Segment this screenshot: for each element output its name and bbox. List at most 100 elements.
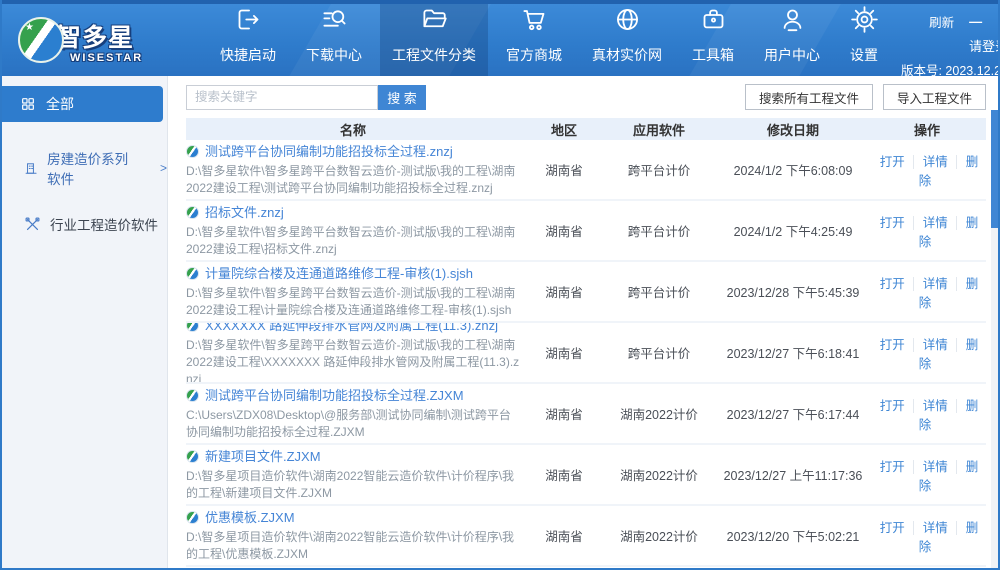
date-cell: 2023/12/20 下午5:02:21 <box>726 530 860 544</box>
login-link[interactable]: 请登录 <box>969 36 998 55</box>
file-name: 招标文件.znzj <box>205 204 284 220</box>
detail-link[interactable]: 详情 <box>912 337 948 352</box>
star-glyph: ★ <box>25 22 34 33</box>
file-path: D:\智多星软件\智多星跨平台数智云造价-测试版\我的工程\湖南2022建设工程… <box>186 163 516 195</box>
file-logo-icon <box>186 449 199 463</box>
table-row: 招标文件.znzj D:\智多星软件\智多星跨平台数智云造价-测试版\我的工程\… <box>186 201 986 262</box>
detail-link[interactable]: 详情 <box>912 215 948 230</box>
file-name: 测试跨平台协同编制功能招投标全过程.ZJXM <box>205 387 464 403</box>
nav-label: 官方商城 <box>506 47 562 63</box>
nav-item-project-file-category[interactable]: 工程文件分类 <box>380 4 488 76</box>
search-button[interactable]: 搜 索 <box>378 84 426 110</box>
import-project-file-button[interactable]: 导入工程文件 <box>882 84 986 110</box>
table-row: 测试跨平台协同编制功能招投标全过程.znzj D:\智多星软件\智多星跨平台数智… <box>186 140 986 201</box>
search-all-files-button[interactable]: 搜索所有工程文件 <box>744 84 873 110</box>
nav-item-material-price-site[interactable]: 真材实价网 <box>580 4 674 76</box>
launch-icon <box>235 6 262 38</box>
close-button[interactable]: ✕ <box>997 14 998 30</box>
file-path: D:\智多星项目造价软件\湖南2022智能云造价软件\计价程序\我的工程\新建项… <box>186 468 515 500</box>
column-name: 名称 <box>339 122 366 138</box>
file-link[interactable]: 计量院综合楼及连通道路维修工程-审核(1).sjsh <box>186 265 520 282</box>
sidebar-item-building-cost-series[interactable]: 房建造价系列软件 > <box>2 148 167 188</box>
nav-item-user-center[interactable]: 用户中心 <box>752 4 832 76</box>
file-logo-icon <box>186 323 199 332</box>
software-cell: 湖南2022计价 <box>620 469 698 483</box>
sidebar-item-industry-cost-software[interactable]: 行业工程造价软件 <box>2 214 167 234</box>
nav-item-official-mall[interactable]: 官方商城 <box>494 4 574 76</box>
nav-label: 工程文件分类 <box>392 47 476 63</box>
software-cell: 跨平台计价 <box>627 164 691 178</box>
open-link[interactable]: 打开 <box>880 338 905 352</box>
open-link[interactable]: 打开 <box>880 521 905 535</box>
region-cell: 湖南省 <box>545 347 583 361</box>
date-cell: 2023/12/27 上午11:17:36 <box>723 469 863 483</box>
open-link[interactable]: 打开 <box>880 399 905 413</box>
file-link[interactable]: 新建项目文件.ZJXM <box>186 448 520 465</box>
date-cell: 2023/12/28 下午5:45:39 <box>726 286 860 300</box>
app-window: ★ 智多星 WISESTAR 快捷启动 下载中心 工程文件分类 官方商城 真材实… <box>0 0 1000 570</box>
table-body: 测试跨平台协同编制功能招投标全过程.znzj D:\智多星软件\智多星跨平台数智… <box>186 140 986 567</box>
scrollbar-thumb[interactable] <box>991 110 998 228</box>
region-cell: 湖南省 <box>545 530 583 544</box>
date-cell: 2023/12/27 下午6:17:44 <box>726 408 860 422</box>
file-link[interactable]: 测试跨平台协同编制功能招投标全过程.ZJXM <box>186 387 520 404</box>
nav-item-quick-launch[interactable]: 快捷启动 <box>208 4 288 76</box>
nav-item-toolbox[interactable]: 工具箱 <box>680 4 746 76</box>
folder-open-icon <box>421 6 448 38</box>
date-cell: 2024/1/2 下午4:25:49 <box>733 225 853 239</box>
minimize-button[interactable]: — <box>969 14 982 29</box>
file-link[interactable]: 优惠模板.ZJXM <box>186 509 520 526</box>
sidebar-item-all[interactable]: 全部 <box>2 86 163 122</box>
table-row: 新建项目文件.ZJXM D:\智多星项目造价软件\湖南2022智能云造价软件\计… <box>186 445 986 506</box>
scrollbar[interactable] <box>991 110 998 568</box>
detail-link[interactable]: 详情 <box>912 276 948 291</box>
open-link[interactable]: 打开 <box>880 216 905 230</box>
sidebar-item-label: 行业工程造价软件 <box>50 218 158 233</box>
column-actions: 操作 <box>913 122 940 138</box>
nav-item-download-center[interactable]: 下载中心 <box>294 4 374 76</box>
search-input[interactable] <box>186 84 378 110</box>
open-link[interactable]: 打开 <box>880 155 905 169</box>
briefcase-icon <box>700 6 727 38</box>
table-row: XXXXXXX 路延伸段排水管网及附属工程(11.3).znzj D:\智多星软… <box>186 323 986 384</box>
file-link[interactable]: 测试跨平台协同编制功能招投标全过程.znzj <box>186 143 520 160</box>
software-cell: 湖南2022计价 <box>620 408 698 422</box>
detail-link[interactable]: 详情 <box>912 398 948 413</box>
column-region: 地区 <box>550 122 577 138</box>
globe-icon <box>614 6 641 38</box>
software-cell: 跨平台计价 <box>627 286 691 300</box>
file-path: D:\智多星项目造价软件\湖南2022智能云造价软件\计价程序\我的工程\优惠模… <box>186 529 515 561</box>
file-link[interactable]: XXXXXXX 路延伸段排水管网及附属工程(11.3).znzj <box>186 323 520 334</box>
software-cell: 跨平台计价 <box>627 347 691 361</box>
refresh-button[interactable]: 刷新 <box>929 12 954 31</box>
date-cell: 2023/12/27 下午6:18:41 <box>726 347 860 361</box>
column-date: 修改日期 <box>766 122 819 138</box>
software-cell: 跨平台计价 <box>627 225 691 239</box>
user-icon <box>779 6 806 38</box>
open-link[interactable]: 打开 <box>880 460 905 474</box>
brand-text: 智多星 WISESTAR <box>56 18 143 64</box>
download-center-icon <box>321 6 348 38</box>
detail-link[interactable]: 详情 <box>912 520 948 535</box>
open-link[interactable]: 打开 <box>880 277 905 291</box>
detail-link[interactable]: 详情 <box>912 154 948 169</box>
detail-link[interactable]: 详情 <box>912 459 948 474</box>
version-label: 版本号: 2023.12.25 <box>900 64 998 76</box>
brand-logo-icon: ★ <box>18 17 64 63</box>
file-path: C:\Users\ZDX08\Desktop\@服务部\测试协同编制\测试跨平台… <box>186 407 511 439</box>
file-path: D:\智多星软件\智多星跨平台数智云造价-测试版\我的工程\湖南2022建设工程… <box>186 285 516 317</box>
app-logo: ★ 智多星 WISESTAR <box>2 4 192 76</box>
window-controls: 刷新 — ✕ <box>929 12 998 31</box>
sidebar-item-label: 房建造价系列软件 <box>47 152 129 187</box>
region-cell: 湖南省 <box>545 286 583 300</box>
gear-icon <box>850 6 878 38</box>
file-name: 优惠模板.ZJXM <box>205 509 295 525</box>
nav-item-settings[interactable]: 设置 <box>838 4 890 76</box>
nav-label: 工具箱 <box>692 47 734 63</box>
nav-label: 用户中心 <box>764 47 820 63</box>
file-logo-icon <box>186 205 199 219</box>
nav-label: 设置 <box>850 47 878 63</box>
file-link[interactable]: 招标文件.znzj <box>186 204 520 221</box>
table-row: 优惠模板.ZJXM D:\智多星项目造价软件\湖南2022智能云造价软件\计价程… <box>186 506 986 567</box>
file-logo-icon <box>186 144 199 158</box>
